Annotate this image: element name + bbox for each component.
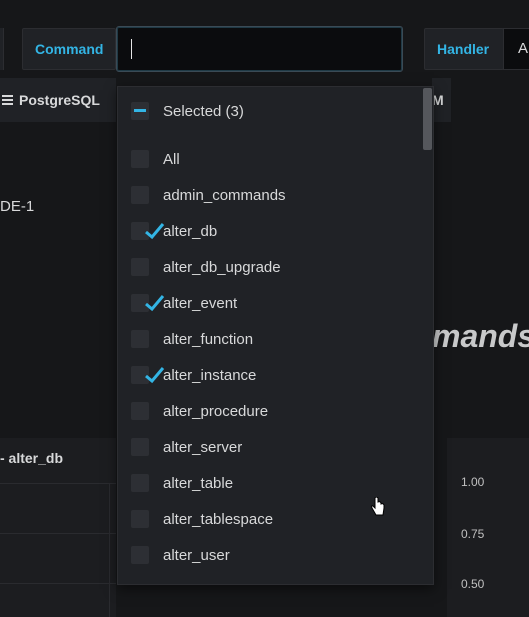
checkmark-icon [145,367,165,384]
checkmark-icon [145,295,165,312]
panel-title[interactable]: - alter_db [0,450,63,466]
option-item[interactable]: alter_user [118,537,418,573]
option-item[interactable]: alter_function [118,321,418,357]
panel-big-title: mands [432,318,529,354]
checkbox[interactable] [131,402,149,420]
checkbox[interactable] [131,258,149,276]
option-item[interactable]: alter_server [118,429,418,465]
option-label: alter_db_upgrade [163,258,281,276]
option-item[interactable]: alter_db [118,213,418,249]
y-tick: 1.00 [461,475,485,489]
handler-select[interactable]: A [503,28,529,70]
option-label: alter_db [163,222,218,240]
checkbox-checked[interactable] [131,294,165,312]
variable-stub[interactable] [0,28,4,70]
option-item[interactable]: alter_instance [118,357,418,393]
chart-panel-right [447,438,529,617]
datasource-link[interactable]: PostgreSQL [0,78,116,122]
command-input[interactable] [116,26,403,72]
dashboard-link-right[interactable]: M [432,78,451,122]
grid-line [0,533,116,534]
command-label: Command [22,28,116,70]
option-label: admin_commands [163,186,286,204]
node-label: DE-1 [0,198,35,215]
checkbox[interactable] [131,474,149,492]
checkbox[interactable] [131,330,149,348]
y-tick: 0.75 [461,527,485,541]
selected-count-label: Selected (3) [163,102,244,120]
chart-panel-left: - alter_db [0,438,116,617]
grid-line [0,483,116,484]
checkbox-indeterminate-icon[interactable] [131,102,149,120]
handler-label: Handler [424,28,504,70]
checkbox-checked[interactable] [131,366,165,384]
checkmark-icon [145,223,165,240]
option-label: alter_tablespace [163,510,274,528]
option-item[interactable]: alter_procedure [118,393,418,429]
y-tick: 0.50 [461,577,485,591]
option-item[interactable]: admin_commands [118,177,418,213]
option-item[interactable]: alter_db_upgrade [118,249,418,285]
option-item[interactable]: alter_table [118,465,418,501]
checkbox[interactable] [131,510,149,528]
dropdown-scrollbar[interactable] [423,88,432,150]
checkbox[interactable] [131,150,149,168]
option-label: alter_instance [163,366,257,384]
text-caret [131,39,132,59]
checkbox-checked[interactable] [131,222,165,240]
grid-line [109,483,110,617]
hand-cursor-icon [371,497,385,516]
option-label: All [163,150,180,168]
option-label: alter_event [163,294,238,312]
grid-line [0,583,116,584]
option-item[interactable]: alter_event [118,285,418,321]
option-label: alter_procedure [163,402,269,420]
option-label: alter_function [163,330,254,348]
selected-toggle[interactable]: Selected (3) [118,93,418,129]
checkbox[interactable] [131,186,149,204]
option-item[interactable]: All [118,141,418,177]
option-label: alter_table [163,474,234,492]
checkbox[interactable] [131,438,149,456]
checkbox[interactable] [131,546,149,564]
datasource-link-label: PostgreSQL [19,92,100,108]
option-label: alter_user [163,546,230,564]
menu-icon [2,93,13,107]
option-label: alter_server [163,438,243,456]
